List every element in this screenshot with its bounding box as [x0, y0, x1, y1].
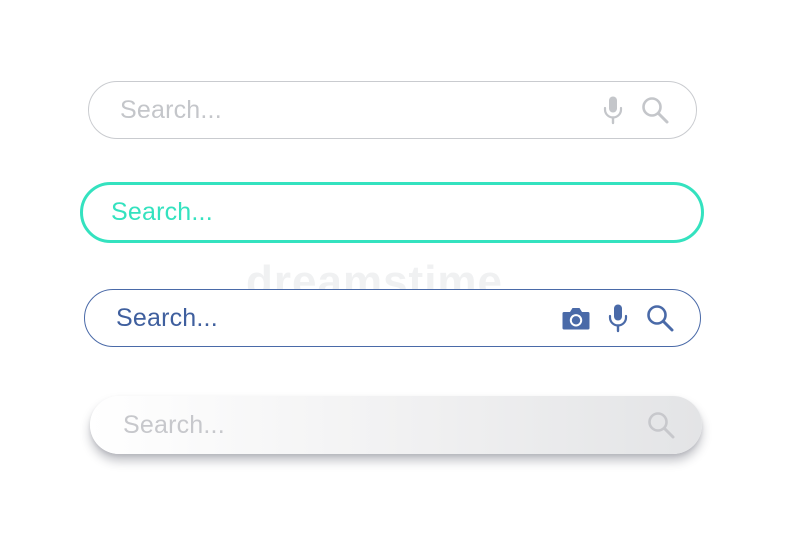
search-bar-actions [646, 410, 676, 440]
search-bar-actions [602, 95, 670, 125]
search-icon[interactable] [645, 303, 675, 333]
microphone-icon[interactable] [602, 95, 624, 125]
search-input-placeholder[interactable]: Search... [111, 198, 671, 227]
search-bar-blue[interactable]: Search... [84, 289, 701, 347]
search-icon[interactable] [646, 410, 676, 440]
microphone-icon[interactable] [607, 303, 629, 333]
camera-icon[interactable] [561, 305, 591, 331]
search-bar-raised[interactable]: Search... [90, 396, 702, 454]
search-bar-actions [561, 303, 675, 333]
search-input-placeholder[interactable]: Search... [123, 411, 646, 440]
search-input-placeholder[interactable]: Search... [120, 96, 602, 125]
search-input-placeholder[interactable]: Search... [116, 304, 561, 333]
search-bar-focused[interactable]: Search... [80, 182, 704, 243]
search-bar-light[interactable]: Search... [88, 81, 697, 139]
search-icon[interactable] [640, 95, 670, 125]
